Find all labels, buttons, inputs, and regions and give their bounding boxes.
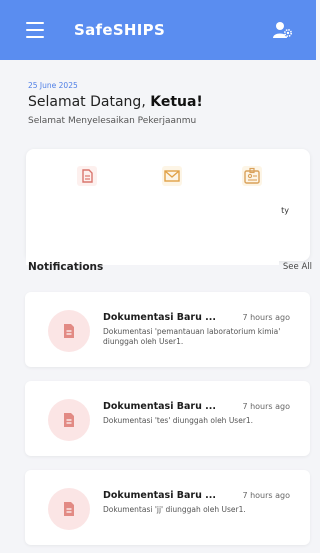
notification-title: Dokumentasi Baru ... — [103, 490, 215, 501]
notifications-title: Notifications — [28, 261, 104, 273]
notification-card[interactable]: Dokumentasi Baru ... 7 hours ago Dokumen… — [25, 292, 310, 367]
menu-line — [26, 29, 44, 31]
notifications-header: Notifications See All — [28, 261, 312, 275]
menu-line — [26, 22, 44, 24]
id-card-icon[interactable] — [241, 165, 263, 187]
app-title: SafeSHIPS — [74, 21, 166, 39]
notification-card[interactable]: Dokumentasi Baru ... 7 hours ago Dokumen… — [25, 381, 310, 456]
document-icon[interactable] — [76, 165, 98, 187]
menu-line — [26, 36, 44, 38]
document-icon — [48, 399, 90, 441]
user-settings-icon[interactable] — [272, 20, 294, 40]
document-icon — [48, 488, 90, 530]
notification-description: Dokumentasi 'pemantauan laboratorium kim… — [103, 327, 281, 346]
hamburger-menu-icon[interactable] — [26, 20, 44, 40]
greeting-name: Ketua! — [150, 94, 203, 110]
white-overlay — [26, 190, 279, 265]
quick-action-label: ty — [281, 206, 289, 215]
app-bar: SafeSHIPS — [0, 0, 316, 60]
notification-title: Dokumentasi Baru ... — [103, 312, 215, 323]
mail-icon[interactable] — [161, 165, 183, 187]
welcome-section: 25 June 2025 Selamat Datang, Ketua! Sela… — [28, 81, 298, 126]
see-all-link[interactable]: See All — [283, 262, 312, 272]
greeting: Selamat Datang, Ketua! — [28, 94, 298, 110]
greeting-subtitle: Selamat Menyelesaikan Pekerjaanmu — [28, 116, 197, 126]
document-icon — [48, 310, 90, 352]
notification-time: 7 hours ago — [242, 402, 290, 411]
greeting-prefix: Selamat Datang, — [28, 94, 151, 110]
notification-time: 7 hours ago — [242, 491, 290, 500]
notification-description: Dokumentasi 'tes' diunggah oleh User1. — [103, 416, 254, 425]
current-date: 25 June 2025 — [28, 81, 78, 90]
notification-card[interactable]: Dokumentasi Baru ... 7 hours ago Dokumen… — [25, 470, 310, 545]
notification-description: Dokumentasi 'jj' diunggah oleh User1. — [103, 505, 246, 514]
notification-time: 7 hours ago — [242, 313, 290, 322]
notification-title: Dokumentasi Baru ... — [103, 401, 215, 412]
